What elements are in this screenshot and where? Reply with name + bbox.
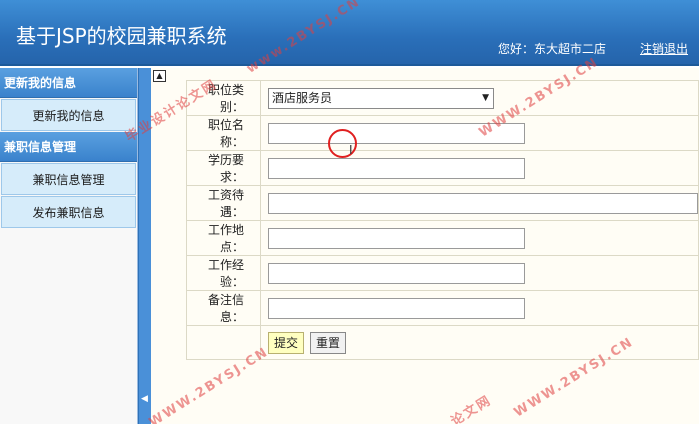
form-row-name: 职位名称： xyxy=(186,115,699,151)
submit-button[interactable]: 提交 xyxy=(268,331,305,354)
category-label: 职位类别： xyxy=(186,80,261,116)
user-name: 东大超市二店 xyxy=(534,42,607,56)
collapse-left-icon[interactable]: ◀ xyxy=(141,394,148,404)
chevron-down-icon[interactable]: ▼ xyxy=(482,89,489,108)
greeting-label: 您好： xyxy=(498,42,535,56)
salary-label: 工资待遇： xyxy=(186,185,261,221)
name-label: 职位名称： xyxy=(186,115,261,151)
job-form: 职位类别： 酒店服务员 ▼ 职位名称： 学历要求： 工资待遇： 工作地点： 工作 xyxy=(186,80,699,360)
app-title: 基于JSP的校园兼职系统 xyxy=(16,24,227,48)
collapse-up-icon[interactable]: ▲ xyxy=(153,70,166,82)
salary-input[interactable] xyxy=(268,192,698,214)
greeting: 您好：东大超市二店 xyxy=(498,40,606,57)
sidebar: 更新我的信息 更新我的信息 兼职信息管理 兼职信息管理 发布兼职信息 xyxy=(0,68,138,424)
form-row-education: 学历要求： xyxy=(186,150,699,186)
app-header: 基于JSP的校园兼职系统 您好：东大超市二店 注销退出 xyxy=(0,0,699,66)
experience-input[interactable] xyxy=(268,262,525,284)
logout-link[interactable]: 注销退出 xyxy=(640,40,688,57)
education-label: 学历要求： xyxy=(186,150,261,186)
reset-button[interactable]: 重置 xyxy=(310,331,347,354)
form-row-category: 职位类别： 酒店服务员 ▼ xyxy=(186,80,699,116)
category-select[interactable]: 酒店服务员 ▼ xyxy=(268,87,494,109)
form-row-salary: 工资待遇： xyxy=(186,185,699,221)
remark-label: 备注信息： xyxy=(186,290,261,326)
text-cursor-icon: I xyxy=(349,143,353,157)
category-select-value: 酒店服务员 xyxy=(272,90,333,105)
form-row-actions: 提交 重置 xyxy=(186,325,699,360)
sidebar-item-job-management[interactable]: 兼职信息管理 xyxy=(1,163,136,195)
cursor-highlight xyxy=(328,129,357,158)
form-row-remark: 备注信息： xyxy=(186,290,699,326)
experience-label: 工作经验： xyxy=(186,255,261,291)
sidebar-splitter[interactable]: ◀ xyxy=(138,68,151,424)
sidebar-item-publish-job[interactable]: 发布兼职信息 xyxy=(1,196,136,228)
form-row-location: 工作地点： xyxy=(186,220,699,256)
main-content: 职位类别： 酒店服务员 ▼ 职位名称： 学历要求： 工资待遇： 工作地点： 工作 xyxy=(151,68,699,424)
sidebar-item-update-info[interactable]: 更新我的信息 xyxy=(1,99,136,131)
form-row-experience: 工作经验： xyxy=(186,255,699,291)
remark-input[interactable] xyxy=(268,297,525,319)
sidebar-group-update-info[interactable]: 更新我的信息 xyxy=(0,68,137,98)
location-input[interactable] xyxy=(268,227,525,249)
education-input[interactable] xyxy=(268,157,525,179)
job-name-input[interactable] xyxy=(268,122,525,144)
sidebar-group-job-management[interactable]: 兼职信息管理 xyxy=(0,132,137,162)
location-label: 工作地点： xyxy=(186,220,261,256)
